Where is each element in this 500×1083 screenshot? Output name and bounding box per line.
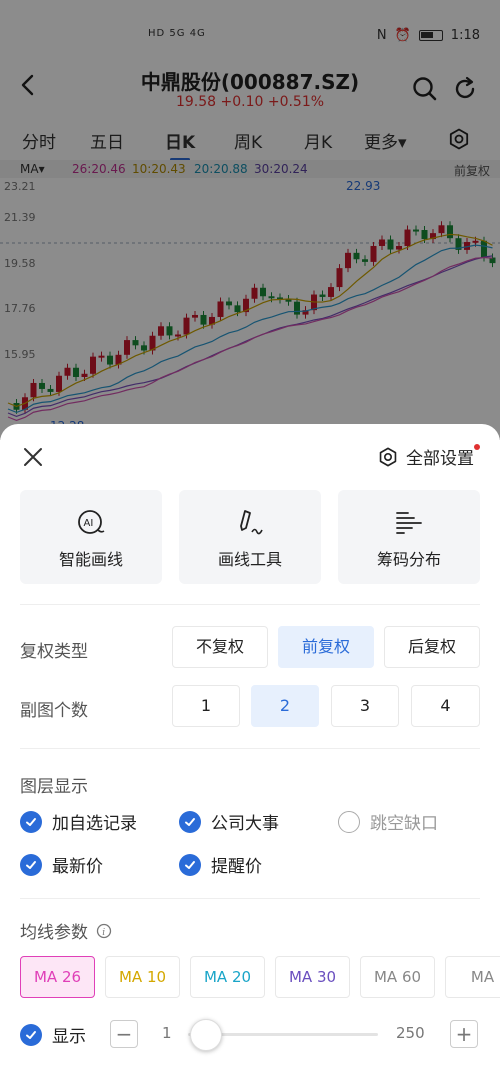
sub-chart-option-3[interactable]: 3 <box>331 685 399 727</box>
chip-distribution-button[interactable]: 筹码分布 <box>338 490 480 584</box>
layer-watchlist-record[interactable]: 加自选记录 <box>20 809 137 834</box>
decrement-button[interactable]: − <box>110 1020 138 1048</box>
ma-tab-30[interactable]: MA 30 <box>275 956 350 998</box>
ma-show-toggle[interactable]: 显示 <box>20 1022 86 1047</box>
ma-tab-20[interactable]: MA 20 <box>190 956 265 998</box>
svg-text:i: i <box>102 928 105 938</box>
checkbox-checked-icon <box>20 810 42 833</box>
drawing-tool-button[interactable]: 画线工具 <box>179 490 321 584</box>
ma-tabs: MA 26 MA 10 MA 20 MA 30 MA 60 MA <box>20 956 500 1000</box>
option-forward-adjust[interactable]: 前复权 <box>278 626 374 668</box>
chip-distribution-icon <box>396 512 422 534</box>
adjust-type-label: 复权类型 <box>20 642 88 662</box>
checkbox-checked-icon <box>179 810 201 833</box>
chart-settings-sheet: 全部设置 AI 智能画线 画线工具 筹码分布 复权类型 不复权 前复权 后复权 … <box>0 424 500 1083</box>
close-icon[interactable] <box>22 446 44 468</box>
layer-label: 跳空缺口 <box>370 814 438 834</box>
layer-label: 提醒价 <box>211 857 262 877</box>
layer-company-events[interactable]: 公司大事 <box>179 809 279 834</box>
sub-chart-option-4[interactable]: 4 <box>411 685 480 727</box>
ma-tab-more[interactable]: MA <box>445 956 500 998</box>
layer-label: 最新价 <box>52 857 103 877</box>
smart-line-button[interactable]: AI 智能画线 <box>20 490 162 584</box>
sub-chart-option-2[interactable]: 2 <box>251 685 319 727</box>
all-settings-button[interactable]: 全部设置 <box>378 444 480 469</box>
slider-value: 1 <box>162 1024 172 1042</box>
layer-alert-price[interactable]: 提醒价 <box>179 852 262 877</box>
ma-params-label: 均线参数 <box>20 923 88 943</box>
ma-params-header: 均线参数 i <box>20 918 112 943</box>
layer-label: 加自选记录 <box>52 814 137 834</box>
divider <box>20 898 480 899</box>
svg-text:AI: AI <box>84 518 94 529</box>
checkbox-checked-icon <box>179 853 201 876</box>
smart-line-label: 智能画线 <box>58 550 123 569</box>
drawing-tool-label: 画线工具 <box>217 550 282 569</box>
divider <box>20 748 480 749</box>
ma-show-row: 显示 − 1 250 + <box>20 1019 480 1052</box>
settings-hex-icon <box>379 447 397 466</box>
ma-tab-10[interactable]: MA 10 <box>105 956 180 998</box>
layers-label: 图层显示 <box>20 777 88 797</box>
notification-dot <box>474 444 480 450</box>
checkbox-unchecked-icon <box>338 810 360 833</box>
layer-gap[interactable]: 跳空缺口 <box>338 809 438 834</box>
checkbox-checked-icon <box>20 1023 42 1046</box>
divider <box>20 604 480 605</box>
sub-chart-option-1[interactable]: 1 <box>172 685 240 727</box>
modal-overlay[interactable] <box>0 0 500 440</box>
ma-tab-60[interactable]: MA 60 <box>360 956 435 998</box>
ai-line-icon: AI <box>78 510 105 534</box>
chip-distribution-label: 筹码分布 <box>376 550 441 569</box>
increment-button[interactable]: + <box>450 1020 478 1048</box>
slider-thumb[interactable] <box>190 1019 222 1051</box>
checkbox-checked-icon <box>20 853 42 876</box>
all-settings-label: 全部设置 <box>406 449 474 469</box>
slider-max: 250 <box>396 1024 425 1042</box>
sub-chart-count-label: 副图个数 <box>20 701 88 721</box>
option-no-adjust[interactable]: 不复权 <box>172 626 268 668</box>
option-backward-adjust[interactable]: 后复权 <box>384 626 480 668</box>
layer-label: 公司大事 <box>211 814 279 834</box>
layer-latest-price[interactable]: 最新价 <box>20 852 103 877</box>
drawing-tools: AI 智能画线 画线工具 筹码分布 <box>20 490 480 584</box>
pen-icon <box>240 510 263 535</box>
ma-tab-26[interactable]: MA 26 <box>20 956 95 998</box>
ma-show-label: 显示 <box>52 1027 86 1047</box>
info-icon[interactable]: i <box>96 923 112 939</box>
